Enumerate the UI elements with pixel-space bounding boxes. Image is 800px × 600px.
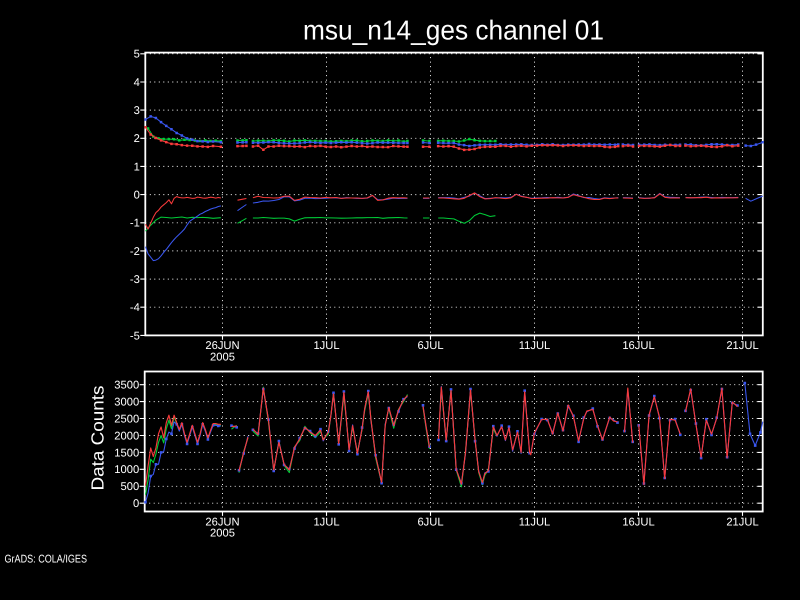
- svg-text:2005: 2005: [210, 528, 235, 540]
- svg-text:6JUL: 6JUL: [417, 340, 443, 352]
- svg-text:11JUL: 11JUL: [519, 340, 551, 352]
- svg-text:16JUL: 16JUL: [622, 340, 654, 352]
- svg-text:-3: -3: [130, 274, 140, 286]
- svg-text:2: 2: [134, 133, 140, 145]
- svg-text:-5: -5: [130, 330, 140, 342]
- svg-text:GrADS: COLA/IGES: GrADS: COLA/IGES: [5, 553, 88, 565]
- svg-text:11JUL: 11JUL: [519, 516, 551, 528]
- svg-text:0: 0: [134, 190, 140, 202]
- svg-text:1: 1: [134, 161, 140, 173]
- svg-text:3000: 3000: [114, 397, 139, 409]
- svg-text:1JUL: 1JUL: [313, 340, 339, 352]
- svg-text:4: 4: [134, 77, 140, 89]
- svg-text:-1: -1: [130, 218, 140, 230]
- svg-text:Data Counts: Data Counts: [88, 385, 108, 490]
- svg-text:3: 3: [134, 105, 140, 117]
- svg-text:21JUL: 21JUL: [726, 340, 758, 352]
- svg-text:1000: 1000: [114, 464, 139, 476]
- svg-text:-2: -2: [130, 246, 140, 258]
- svg-text:26JUN: 26JUN: [205, 516, 239, 528]
- svg-text:6JUL: 6JUL: [417, 516, 443, 528]
- svg-text:16JUL: 16JUL: [622, 516, 654, 528]
- svg-text:msu_n14_ges channel 01: msu_n14_ges channel 01: [303, 15, 604, 46]
- svg-text:-4: -4: [130, 302, 140, 314]
- svg-text:2500: 2500: [114, 413, 139, 425]
- svg-text:0: 0: [133, 498, 139, 510]
- svg-text:2005: 2005: [210, 351, 235, 363]
- svg-text:1JUL: 1JUL: [313, 516, 339, 528]
- svg-text:2000: 2000: [114, 430, 139, 442]
- svg-text:3500: 3500: [114, 380, 139, 392]
- svg-text:500: 500: [121, 481, 140, 493]
- svg-text:1500: 1500: [114, 447, 139, 459]
- svg-text:21JUL: 21JUL: [726, 516, 758, 528]
- svg-text:5: 5: [134, 49, 140, 61]
